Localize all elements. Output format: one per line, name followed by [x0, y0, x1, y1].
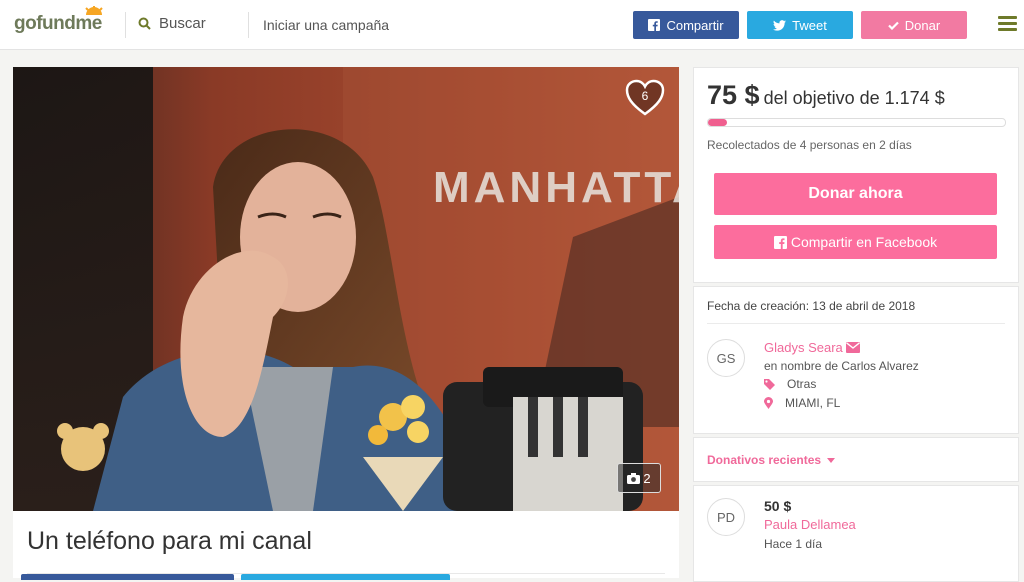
logo-sun-icon: [85, 6, 103, 15]
donation-goal-card: 75 $ del objetivo de 1.174 $ Recolectados…: [693, 67, 1019, 283]
location-pin-icon: [764, 397, 773, 409]
like-count: 6: [641, 89, 649, 103]
on-behalf-of: en nombre de Carlos Alvarez: [764, 359, 919, 373]
menu-icon[interactable]: [998, 16, 1017, 32]
share-facebook-label: Compartir en Facebook: [790, 234, 938, 250]
check-icon: [888, 21, 899, 30]
camera-icon: [627, 472, 641, 484]
search-icon: [138, 17, 151, 30]
donate-button-label: Donar: [904, 17, 941, 33]
info-divider: [707, 323, 1005, 324]
raised-summary: Recolectados de 4 personas en 2 días: [707, 138, 912, 152]
tweet-button-label: Tweet: [792, 17, 827, 33]
top-navigation-bar: gofundme Buscar Iniciar una campaña Comp…: [0, 0, 1024, 50]
photo-count: 2: [643, 470, 651, 486]
facebook-icon: [773, 235, 787, 249]
tag-icon: [764, 378, 775, 390]
organizer-name-text: Gladys Seara: [764, 340, 843, 355]
share-button-label: Compartir: [666, 17, 724, 33]
donation-amount: 50 $: [764, 498, 792, 514]
facebook-icon: [648, 19, 661, 31]
donor-name[interactable]: Paula Dellamea: [764, 517, 856, 532]
search-label: Buscar: [159, 15, 206, 32]
category-row[interactable]: Otras: [764, 377, 816, 391]
hero-photo: MANHATTA: [13, 67, 679, 511]
location-label: MIAMI, FL: [785, 396, 841, 410]
organizer-name[interactable]: Gladys Seara: [764, 340, 861, 355]
header-divider: [248, 12, 249, 38]
tweet-button[interactable]: Tweet: [747, 11, 853, 39]
donation-list-item: PD 50 $ Paula Dellamea Hace 1 día: [693, 485, 1019, 582]
share-button[interactable]: Compartir: [633, 11, 739, 39]
progress-fill: [708, 119, 727, 126]
recent-donations-toggle[interactable]: Donativos recientes: [707, 453, 836, 467]
manhattan-sign: MANHATTA: [433, 163, 679, 212]
campaign-title-card: Un teléfono para mi canal: [13, 511, 679, 578]
share-facebook-bottom-button[interactable]: [21, 574, 234, 580]
campaign-title: Un teléfono para mi canal: [27, 527, 312, 555]
envelope-icon[interactable]: [846, 342, 861, 353]
category-label: Otras: [787, 377, 817, 391]
progress-bar: [707, 118, 1006, 127]
organizer-avatar: GS: [707, 339, 745, 377]
twitter-icon: [773, 19, 787, 31]
donate-now-button[interactable]: Donar ahora: [714, 173, 997, 215]
gofundme-logo[interactable]: gofundme: [14, 6, 103, 35]
header-divider: [125, 12, 126, 38]
creation-date: Fecha de creación: 13 de abril de 2018: [707, 299, 916, 313]
share-on-facebook-button[interactable]: Compartir en Facebook: [714, 225, 997, 259]
donation-time: Hace 1 día: [764, 537, 823, 551]
caret-down-icon: [827, 457, 836, 463]
logo-text: gofundme: [14, 13, 102, 34]
campaign-info-card: Fecha de creación: 13 de abril de 2018 G…: [693, 286, 1019, 434]
goal-text: del objetivo de 1.174 $: [763, 88, 945, 108]
recent-donations-header[interactable]: Donativos recientes: [693, 437, 1019, 482]
amount-raised: 75 $ del objetivo de 1.174 $: [707, 80, 945, 111]
heart-like-button[interactable]: 6: [625, 79, 665, 117]
start-campaign-link[interactable]: Iniciar una campaña: [263, 17, 389, 33]
raised-amount: 75 $: [707, 80, 760, 110]
location-row: MIAMI, FL: [764, 396, 840, 410]
search-link[interactable]: Buscar: [138, 15, 206, 32]
campaign-hero-image[interactable]: MANHATTA 6 2: [13, 67, 679, 511]
share-twitter-bottom-button[interactable]: [241, 574, 450, 580]
donor-avatar: PD: [707, 498, 745, 536]
recent-donations-label: Donativos recientes: [707, 453, 822, 467]
photo-gallery-button[interactable]: 2: [617, 463, 661, 493]
donate-header-button[interactable]: Donar: [861, 11, 967, 39]
